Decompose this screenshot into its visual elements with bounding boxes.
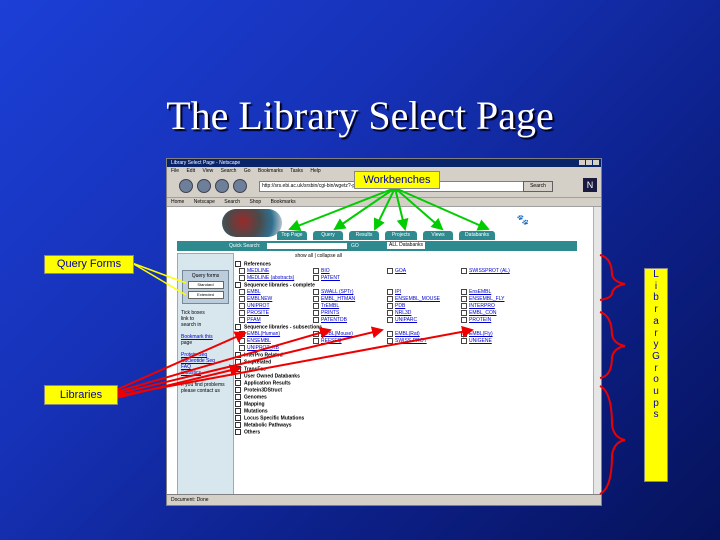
library-groups-letter: r	[654, 362, 658, 374]
library-groups-letter: G	[652, 350, 660, 362]
library-group-braces	[599, 254, 626, 495]
library-groups-letter: o	[653, 374, 659, 386]
library-groups-letter: r	[654, 304, 658, 316]
library-groups-letter: p	[653, 397, 659, 409]
library-groups-letter: u	[653, 386, 659, 398]
libraries-callout: Libraries	[44, 385, 118, 405]
query-forms-callout: Query Forms	[44, 255, 134, 274]
library-groups-letter: r	[654, 327, 658, 339]
libraries-arrows	[115, 325, 474, 399]
workbench-arrows	[288, 187, 490, 231]
library-groups-letter: L	[653, 269, 659, 280]
query-forms-arrows	[131, 262, 187, 296]
library-groups-callout: LibraryGroups	[644, 268, 668, 482]
library-groups-letter: a	[653, 315, 659, 327]
library-groups-letter: b	[653, 292, 659, 304]
library-groups-letter: s	[653, 409, 659, 421]
workbenches-callout: Workbenches	[354, 171, 440, 189]
library-groups-letter: i	[654, 280, 658, 292]
library-groups-letter: y	[653, 339, 659, 351]
